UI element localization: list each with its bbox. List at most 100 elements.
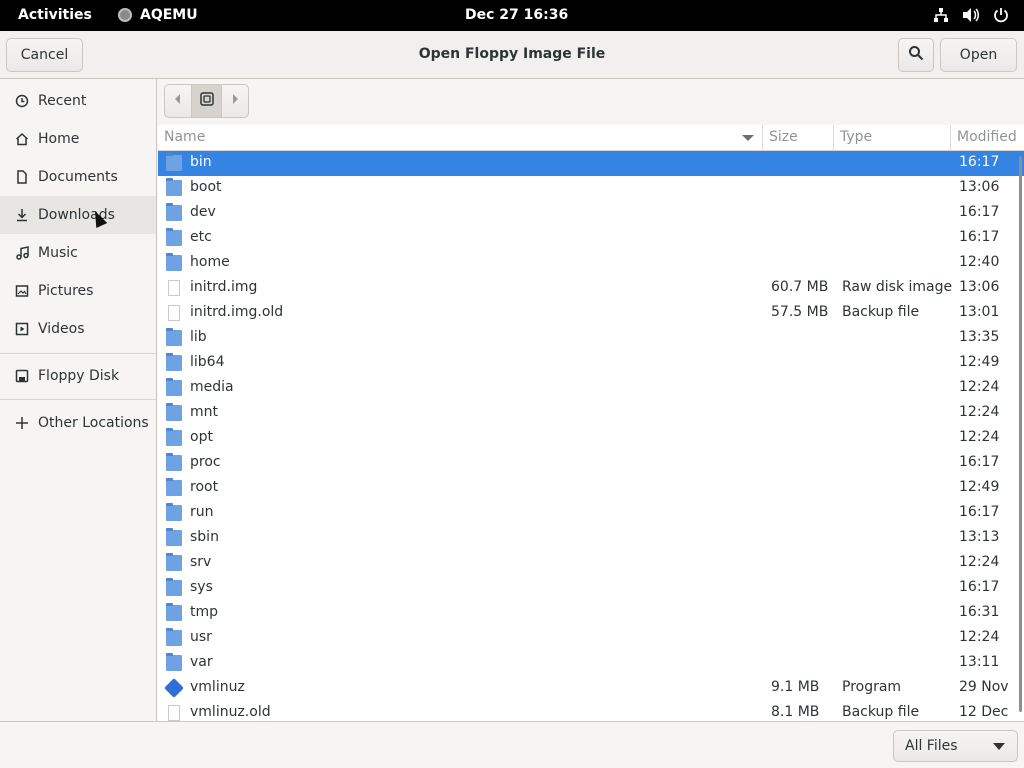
- file-row[interactable]: mnt 12:24: [158, 401, 1024, 426]
- executable-icon: [164, 678, 184, 698]
- file-name: dev: [190, 204, 216, 220]
- column-divider: [950, 125, 951, 151]
- file-name: initrd.img.old: [190, 304, 284, 320]
- file-name: media: [190, 379, 234, 395]
- file-modified: 29 Nov: [959, 679, 1009, 695]
- file-type: Program: [842, 679, 902, 695]
- file-name: tmp: [190, 604, 219, 620]
- file-name: home: [190, 254, 230, 270]
- file-modified: 12 Dec: [959, 704, 1009, 720]
- sidebar-item-label: Pictures: [38, 283, 94, 299]
- app-name: AQEMU: [140, 7, 198, 23]
- file-row[interactable]: usr 12:24: [158, 626, 1024, 651]
- file-row[interactable]: root 12:49: [158, 476, 1024, 501]
- folder-icon: [166, 553, 182, 571]
- app-menu[interactable]: AQEMU: [118, 7, 198, 23]
- file-type: Backup file: [842, 304, 920, 320]
- sidebar-item-home[interactable]: Home: [0, 120, 156, 158]
- file-filter-dropdown[interactable]: All Files: [893, 730, 1018, 762]
- file-name: vmlinuz: [190, 679, 245, 695]
- file-row[interactable]: opt 12:24: [158, 426, 1024, 451]
- file-row[interactable]: media 12:24: [158, 376, 1024, 401]
- power-icon[interactable]: [992, 6, 1010, 24]
- volume-icon[interactable]: [962, 6, 980, 24]
- path-forward-button[interactable]: [222, 85, 248, 117]
- file-icon: [168, 305, 180, 321]
- file-row[interactable]: initrd.img 60.7 MB Raw disk image 13:06: [158, 276, 1024, 301]
- app-icon: [118, 8, 132, 22]
- folder-icon: [166, 228, 182, 246]
- sidebar-item-label: Other Locations: [38, 415, 149, 431]
- file-name: sbin: [190, 529, 219, 545]
- file-row[interactable]: sbin 13:13: [158, 526, 1024, 551]
- chevron-left-icon: [174, 93, 182, 109]
- file-row[interactable]: proc 16:17: [158, 451, 1024, 476]
- file-list[interactable]: Name Size Type Modified bin 16:17 boot 13:0…: [158, 125, 1024, 721]
- clock[interactable]: Dec 27 16:36: [465, 7, 568, 23]
- sidebar-item-videos[interactable]: Videos: [0, 310, 156, 348]
- sidebar-item-music[interactable]: Music: [0, 234, 156, 272]
- file-size: 8.1 MB: [771, 704, 820, 720]
- column-name[interactable]: Name: [164, 129, 205, 145]
- file-row[interactable]: srv 12:24: [158, 551, 1024, 576]
- file-icon: [168, 705, 180, 721]
- sidebar-item-pictures[interactable]: Pictures: [0, 272, 156, 310]
- column-modified[interactable]: Modified: [957, 129, 1017, 145]
- file-name: lib: [190, 329, 207, 345]
- folder-icon: [166, 528, 182, 546]
- scrollbar[interactable]: [1019, 156, 1022, 712]
- activities-button[interactable]: Activities: [18, 7, 92, 23]
- folder-icon: [166, 203, 182, 221]
- system-tray[interactable]: [932, 6, 1010, 24]
- network-icon[interactable]: [932, 6, 950, 24]
- file-name: mnt: [190, 404, 218, 420]
- file-name: boot: [190, 179, 222, 195]
- file-row[interactable]: home 12:40: [158, 251, 1024, 276]
- search-button[interactable]: [898, 38, 934, 72]
- sidebar-item-floppy-disk[interactable]: Floppy Disk: [0, 357, 156, 395]
- file-name: initrd.img: [190, 279, 258, 295]
- path-back-button[interactable]: [165, 85, 191, 117]
- file-row[interactable]: vmlinuz.old 8.1 MB Backup file 12 Dec: [158, 701, 1024, 721]
- file-modified: 16:17: [959, 229, 1000, 245]
- folder-icon: [166, 628, 182, 646]
- file-row[interactable]: tmp 16:31: [158, 601, 1024, 626]
- path-root-button[interactable]: [191, 85, 222, 117]
- folder-icon: [166, 353, 182, 371]
- file-row[interactable]: sys 16:17: [158, 576, 1024, 601]
- sidebar-item-label: Videos: [38, 321, 85, 337]
- music-icon: [14, 245, 30, 261]
- file-row[interactable]: initrd.img.old 57.5 MB Backup file 13:01: [158, 301, 1024, 326]
- folder-icon: [166, 578, 182, 596]
- file-row[interactable]: dev 16:17: [158, 201, 1024, 226]
- file-row[interactable]: run 16:17: [158, 501, 1024, 526]
- column-type[interactable]: Type: [840, 129, 872, 145]
- folder-icon: [166, 403, 182, 421]
- file-row[interactable]: lib64 12:49: [158, 351, 1024, 376]
- dialog-footer: All Files: [0, 721, 1024, 768]
- file-name: var: [190, 654, 213, 670]
- file-row[interactable]: var 13:11: [158, 651, 1024, 676]
- sidebar-item-documents[interactable]: Documents: [0, 158, 156, 196]
- file-row[interactable]: bin 16:17: [158, 151, 1024, 176]
- sidebar-item-recent[interactable]: Recent: [0, 82, 156, 120]
- open-button[interactable]: Open: [940, 38, 1017, 72]
- sidebar-item-other-locations[interactable]: Other Locations: [0, 404, 156, 442]
- sidebar-item-downloads[interactable]: Downloads: [0, 196, 156, 234]
- file-size: 57.5 MB: [771, 304, 829, 320]
- folder-icon: [166, 153, 182, 171]
- file-modified: 16:17: [959, 204, 1000, 220]
- file-icon: [168, 280, 180, 296]
- file-size: 9.1 MB: [771, 679, 820, 695]
- file-row[interactable]: etc 16:17: [158, 226, 1024, 251]
- file-row[interactable]: lib 13:35: [158, 326, 1024, 351]
- file-modified: 12:49: [959, 354, 1000, 370]
- folder-icon: [166, 603, 182, 621]
- file-row[interactable]: boot 13:06: [158, 176, 1024, 201]
- column-size[interactable]: Size: [769, 129, 798, 145]
- folder-icon: [166, 328, 182, 346]
- sidebar-item-label: Music: [38, 245, 78, 261]
- file-row[interactable]: vmlinuz 9.1 MB Program 29 Nov: [158, 676, 1024, 701]
- file-modified: 16:17: [959, 454, 1000, 470]
- file-name: etc: [190, 229, 212, 245]
